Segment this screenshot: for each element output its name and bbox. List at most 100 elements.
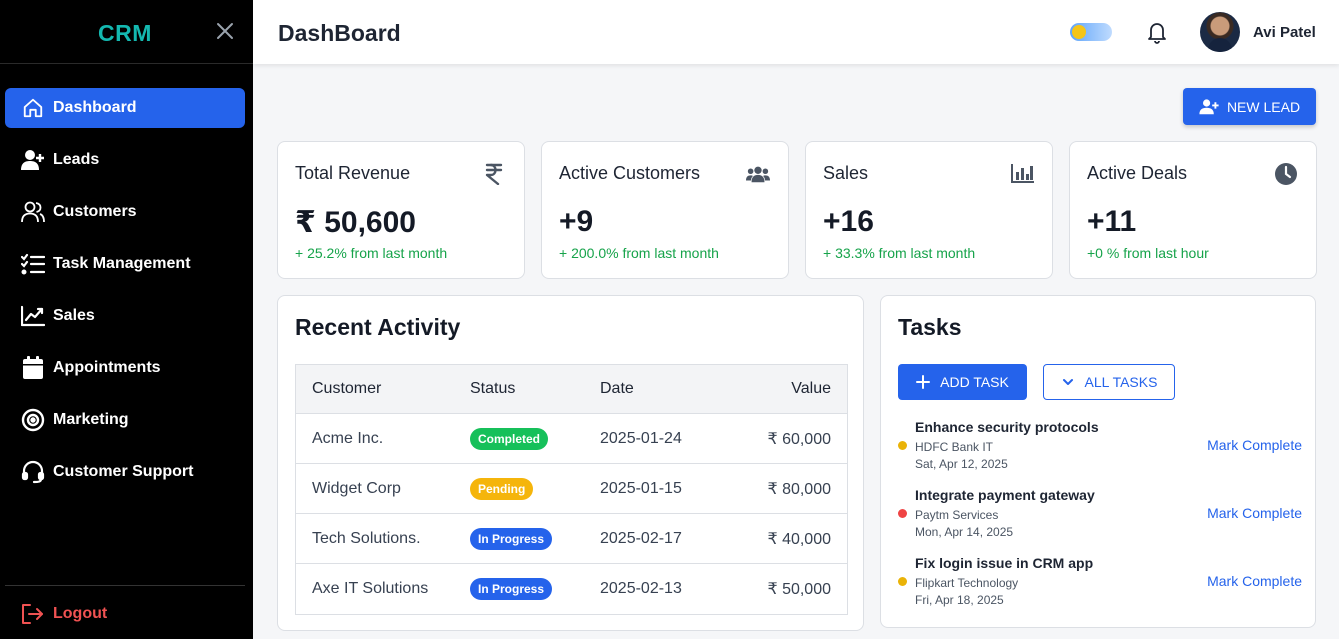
- value-cell: ₹ 50,000: [767, 581, 831, 598]
- stat-title: Active Deals: [1087, 163, 1188, 183]
- stat-card-active-customers: Active Customers +9 + 200.0% from last m…: [541, 141, 789, 279]
- stat-value: ₹ 50,600: [295, 206, 416, 239]
- task-date: Sat, Apr 12, 2025: [915, 457, 1008, 471]
- task-title: Integrate payment gateway: [915, 487, 1095, 503]
- theme-toggle[interactable]: [1070, 23, 1112, 41]
- user-name[interactable]: Avi Patel: [1253, 24, 1316, 41]
- date-cell: 2025-01-24: [600, 429, 682, 447]
- all-tasks-label: ALL TASKS: [1084, 374, 1158, 390]
- table-row[interactable]: Acme Inc. Completed 2025-01-24 ₹ 60,000: [296, 414, 847, 464]
- column-header-customer: Customer: [312, 380, 382, 397]
- task-title: Enhance security protocols: [915, 419, 1099, 435]
- rupee-icon: [482, 162, 506, 186]
- stat-title: Sales: [823, 163, 869, 183]
- sidebar-item-appointments[interactable]: Appointments: [5, 348, 245, 388]
- table-row[interactable]: Tech Solutions. In Progress 2025-02-17 ₹…: [296, 514, 847, 564]
- headset-icon: [21, 460, 45, 484]
- sidebar-item-customers[interactable]: Customers: [5, 192, 245, 232]
- plus-icon: [916, 375, 931, 389]
- panel-title: Tasks: [898, 314, 962, 340]
- stat-change: + 33.3% from last month: [823, 245, 976, 261]
- top-header: DashBoard Avi Patel: [253, 0, 1339, 64]
- sidebar-item-label: Task Management: [53, 255, 191, 272]
- sidebar-divider: [5, 585, 245, 586]
- chart-line-icon: [21, 304, 45, 328]
- sidebar-item-label: Customer Support: [53, 463, 194, 480]
- sun-icon: [1072, 25, 1086, 39]
- column-header-status: Status: [470, 380, 516, 397]
- sidebar-item-label: Marketing: [53, 411, 129, 428]
- add-task-button[interactable]: ADD TASK: [898, 364, 1027, 400]
- user-plus-icon: [1199, 98, 1219, 115]
- column-header-date: Date: [600, 380, 634, 397]
- avatar[interactable]: [1200, 12, 1240, 52]
- all-tasks-button[interactable]: ALL TASKS: [1043, 364, 1175, 400]
- priority-dot: [898, 509, 907, 518]
- mark-complete-button[interactable]: Mark Complete: [1207, 505, 1302, 521]
- logout-label: Logout: [53, 605, 108, 622]
- stat-card-total-revenue: Total Revenue ₹ 50,600 + 25.2% from last…: [277, 141, 525, 279]
- status-badge: Completed: [470, 427, 549, 450]
- column-header-value: Value: [791, 380, 831, 397]
- status-badge: Pending: [470, 477, 534, 500]
- sidebar-nav: Dashboard Leads Customers Task Managemen…: [5, 88, 245, 504]
- task-org: HDFC Bank IT: [915, 440, 994, 454]
- new-lead-label: NEW LEAD: [1226, 98, 1301, 115]
- activity-table: Customer Status Date Value Acme Inc. Com…: [295, 364, 848, 615]
- target-icon: [21, 408, 45, 432]
- panel-title: Recent Activity: [295, 314, 461, 340]
- sidebar-item-dashboard[interactable]: Dashboard: [5, 88, 245, 128]
- customer-cell: Widget Corp: [312, 479, 401, 497]
- sidebar-header: CRM: [0, 0, 253, 64]
- sidebar-item-customer-support[interactable]: Customer Support: [5, 452, 245, 492]
- page-title: DashBoard: [278, 20, 401, 46]
- sidebar-item-label: Dashboard: [53, 99, 137, 116]
- date-cell: 2025-02-13: [600, 580, 682, 597]
- close-icon[interactable]: [214, 20, 236, 42]
- table-header: Customer Status Date Value: [296, 365, 847, 414]
- stat-card-sales: Sales +16 + 33.3% from last month: [805, 141, 1053, 279]
- user-plus-icon: [21, 148, 45, 172]
- stat-value: +16: [823, 205, 874, 238]
- stat-change: + 25.2% from last month: [295, 245, 448, 261]
- task-list-icon: [21, 252, 45, 276]
- bell-icon[interactable]: [1145, 20, 1169, 44]
- logout-icon: [21, 602, 45, 626]
- table-row[interactable]: Widget Corp Pending 2025-01-15 ₹ 80,000: [296, 464, 847, 514]
- date-cell: 2025-02-17: [600, 529, 682, 547]
- stat-change: + 200.0% from last month: [559, 245, 719, 261]
- priority-dot: [898, 441, 907, 450]
- sidebar-item-task-management[interactable]: Task Management: [5, 244, 245, 284]
- table-row[interactable]: Axe IT Solutions In Progress 2025-02-13 …: [296, 564, 847, 614]
- bar-chart-icon: [1010, 162, 1034, 186]
- stat-title: Total Revenue: [295, 163, 411, 183]
- task-org: Paytm Services: [915, 508, 999, 522]
- mark-complete-button[interactable]: Mark Complete: [1207, 437, 1302, 453]
- customer-cell: Acme Inc.: [312, 429, 384, 447]
- sidebar-item-sales[interactable]: Sales: [5, 296, 245, 336]
- task-date: Fri, Apr 18, 2025: [915, 593, 1004, 607]
- sidebar-item-marketing[interactable]: Marketing: [5, 400, 245, 440]
- users-icon: [746, 162, 770, 186]
- priority-dot: [898, 577, 907, 586]
- status-badge: In Progress: [470, 578, 553, 600]
- sidebar-item-label: Leads: [53, 151, 100, 168]
- task-date: Mon, Apr 14, 2025: [915, 525, 1014, 539]
- users-icon: [21, 200, 45, 224]
- stat-card-active-deals: Active Deals +11 +0 % from last hour: [1069, 141, 1317, 279]
- customer-cell: Tech Solutions.: [312, 529, 421, 547]
- mark-complete-button[interactable]: Mark Complete: [1207, 573, 1302, 589]
- sidebar: CRM Dashboard Leads Customers Task Manag…: [0, 0, 253, 639]
- status-badge: In Progress: [470, 527, 553, 550]
- clock-icon: [1274, 162, 1298, 186]
- chevron-down-icon: [1061, 375, 1075, 389]
- brand-logo: CRM: [98, 20, 152, 46]
- new-lead-button[interactable]: NEW LEAD: [1183, 88, 1316, 125]
- logout-button[interactable]: Logout: [21, 602, 107, 626]
- home-icon: [21, 96, 45, 120]
- sidebar-item-leads[interactable]: Leads: [5, 140, 245, 180]
- recent-activity-panel: Recent Activity Customer Status Date Val…: [277, 295, 864, 631]
- add-task-label: ADD TASK: [940, 374, 1009, 390]
- customer-cell: Axe IT Solutions: [312, 580, 429, 597]
- value-cell: ₹ 60,000: [767, 430, 831, 448]
